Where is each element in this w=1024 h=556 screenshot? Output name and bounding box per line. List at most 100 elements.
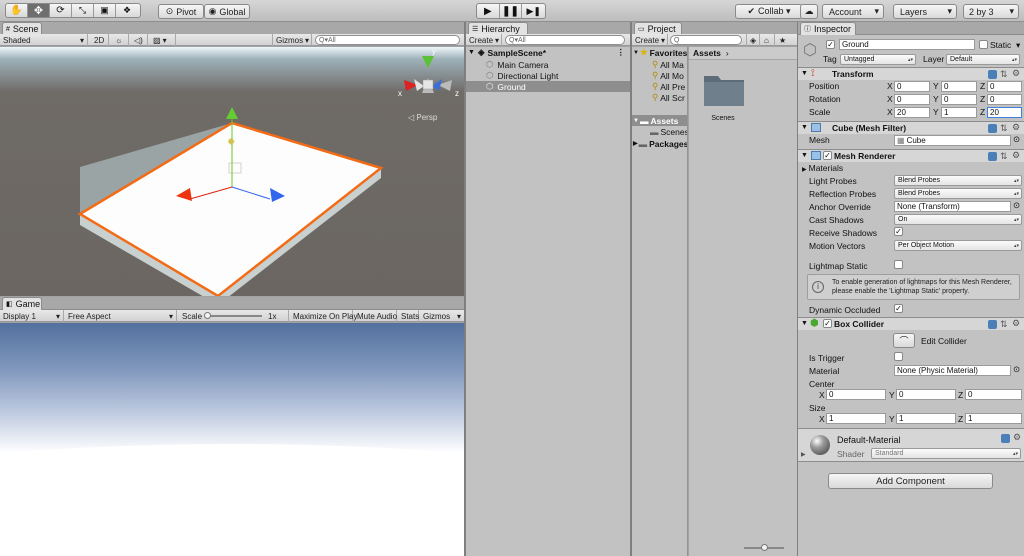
lightmap-static-checkbox[interactable] [894,260,903,269]
2d-toggle[interactable]: 2D [91,34,109,46]
scale-slider-thumb[interactable] [204,312,212,319]
light-probes-dropdown[interactable]: Blend Probes [894,175,1022,186]
center-z-field[interactable]: 0 [965,389,1022,400]
cloud-button[interactable]: ☁ [800,4,818,19]
favorite-item[interactable]: ⚲ All Pre [652,81,685,92]
preset-icon[interactable]: ⇅ [1000,320,1008,329]
game-viewport[interactable] [0,323,464,556]
transform-tool-icon[interactable]: ❖ [116,4,138,17]
gizmos-dropdown[interactable]: Gizmos ▾ [272,34,312,46]
hierarchy-search-input[interactable]: Q▾All [505,35,625,45]
expand-arrow-icon[interactable]: ▼ [801,124,808,131]
rotation-z-field[interactable]: 0 [987,94,1022,105]
rect-tool-icon[interactable]: ▣ [94,4,116,17]
global-button[interactable]: ◉ Global [204,4,250,19]
rotation-y-field[interactable]: 0 [941,94,977,105]
mute-audio-toggle[interactable]: Mute Audio [354,310,397,322]
expand-arrow-icon[interactable]: ▶ [633,140,638,147]
preset-icon[interactable]: ⇅ [1000,70,1008,79]
size-y-field[interactable]: 1 [896,413,956,424]
materials-foldout[interactable]: ▶ Materials [802,163,843,173]
icon-size-slider-thumb[interactable] [761,544,768,551]
anchor-override-field[interactable]: None (Transform) [894,201,1011,212]
gear-icon[interactable]: ⚙ [1013,433,1021,442]
filter-label-button[interactable]: ⌂ [761,34,775,46]
mesh-filter-header[interactable]: ▼ Cube (Mesh Filter) ⇅ ⚙ [798,121,1024,134]
hierarchy-item-main-camera[interactable]: ⬡ Main Camera [486,59,626,70]
mesh-renderer-header[interactable]: ▼ ✓ Mesh Renderer ⇅ ⚙ [798,149,1024,162]
favorite-item[interactable]: ⚲ All Mo [652,70,684,81]
collab-button[interactable]: ✔ Collab ▾ [735,4,803,19]
transform-header[interactable]: ▼ ⟟ Transform ⇅ ⚙ [798,67,1024,80]
object-picker-icon[interactable]: ⊙ [1013,200,1020,211]
center-y-field[interactable]: 0 [896,389,956,400]
object-picker-icon[interactable]: ⊙ [1013,134,1020,145]
expand-arrow-icon[interactable]: ▼ [801,70,808,77]
expand-arrow-icon[interactable]: ▶ [801,451,806,458]
rotation-x-field[interactable]: 0 [894,94,930,105]
scale-tool-icon[interactable]: ⤡ [72,4,94,17]
ground-plane[interactable] [77,121,384,296]
help-icon[interactable] [988,320,997,329]
box-collider-enabled-checkbox[interactable]: ✓ [823,319,832,328]
lighting-toggle[interactable]: ☼ [112,34,129,46]
position-x-field[interactable]: 0 [894,81,930,92]
cast-shadows-dropdown[interactable]: On [894,214,1022,225]
scale-slider[interactable]: Scale 1x [179,310,289,322]
receive-shadows-checkbox[interactable]: ✓ [894,227,903,236]
expand-arrow-icon[interactable]: ▼ [633,50,639,56]
reflection-probes-dropdown[interactable]: Blend Probes [894,188,1022,199]
tab-game[interactable]: ◧ Game [2,297,42,310]
active-checkbox[interactable]: ✓ [826,40,835,49]
tab-inspector[interactable]: ⓘ Inspector [800,22,856,35]
layer-dropdown[interactable]: Default [946,54,1020,65]
account-dropdown[interactable]: Account ▾ [822,4,884,19]
scale-z-field[interactable]: 20 [987,107,1022,118]
step-icon[interactable]: ▶❚ [522,4,545,18]
expand-arrow-icon[interactable]: ▼ [801,320,808,327]
breadcrumb-assets[interactable]: Assets [693,48,721,58]
hand-tool-icon[interactable]: ✋ [6,4,28,17]
pivot-button[interactable]: ⊙ Pivot [158,4,204,19]
scene-search-input[interactable]: Q▾All [315,35,460,45]
expand-arrow-icon[interactable]: ▼ [468,49,475,56]
assets-folder-item[interactable]: ▼ ▬ Assets [632,115,687,126]
box-collider-header[interactable]: ▼ ⬢ ✓ Box Collider ⇅ ⚙ [798,317,1024,330]
packages-folder-item[interactable]: ▶ ▬ Packages [633,138,687,149]
maximize-on-play-toggle[interactable]: Maximize On Play [290,310,357,322]
mesh-field[interactable]: ▦ Cube [894,135,1011,146]
help-icon[interactable] [988,152,997,161]
help-icon[interactable] [988,70,997,79]
favorite-item[interactable]: ⚲ All Ma [652,59,684,70]
position-y-field[interactable]: 0 [941,81,977,92]
scene-viewport[interactable]: ✹ x z y ◁ Persp [0,47,464,296]
position-z-field[interactable]: 0 [987,81,1022,92]
scene-options-icon[interactable]: ⋮ [617,47,626,58]
layout-dropdown[interactable]: 2 by 3 ▾ [963,4,1019,19]
mesh-renderer-enabled-checkbox[interactable]: ✓ [823,151,832,160]
project-create-dropdown[interactable]: Create ▾ [632,34,668,46]
static-dropdown-arrow-icon[interactable]: ▾ [1016,40,1020,51]
help-icon[interactable] [988,124,997,133]
collider-material-field[interactable]: None (Physic Material) [894,365,1011,376]
effects-dropdown[interactable]: ▨ ▾ [150,34,176,46]
display-dropdown[interactable]: Display 1 ▾ [0,310,64,322]
projection-toggle[interactable]: ◁ Persp [408,113,437,122]
is-trigger-checkbox[interactable] [894,352,903,361]
expand-arrow-icon[interactable]: ▼ [801,152,808,159]
motion-vectors-dropdown[interactable]: Per Object Motion [894,240,1022,251]
preset-icon[interactable]: ⇅ [1000,152,1008,161]
edit-collider-button[interactable]: ⌒ [893,333,915,348]
project-search-input[interactable]: Q [670,35,742,45]
orientation-gizmo[interactable] [404,56,452,93]
shading-mode-dropdown[interactable]: Shaded ▾ [0,34,88,46]
audio-toggle[interactable]: ◁) [131,34,148,46]
move-tool-icon[interactable]: ✥ [28,4,50,17]
dynamic-occluded-checkbox[interactable]: ✓ [894,304,903,313]
scenes-folder-item[interactable]: ▬ Scenes [650,126,687,137]
scale-y-field[interactable]: 1 [941,107,977,118]
shader-dropdown[interactable]: Standard [871,448,1021,459]
folder-tile-scenes[interactable]: Scenes [701,72,745,122]
stats-toggle[interactable]: Stats [398,310,419,322]
icon-size-slider[interactable] [744,544,784,551]
